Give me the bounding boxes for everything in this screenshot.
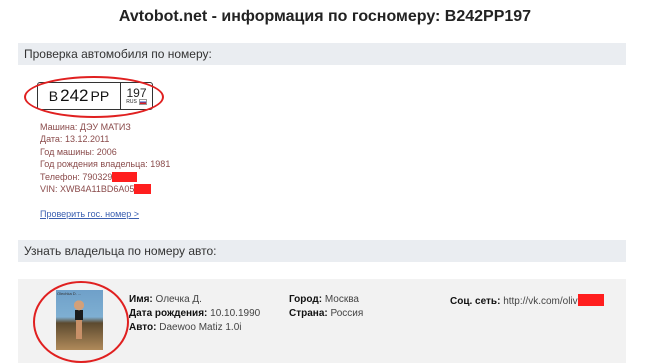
owner-name: Имя: Олечка Д. — [129, 294, 202, 305]
owner-section-header: Узнать владельца по номеру авто: — [18, 240, 626, 262]
highlight-oval-plate — [24, 76, 164, 118]
detail-row-date: Дата: 13.12.2011 — [40, 134, 110, 145]
highlight-oval-photo — [33, 281, 129, 363]
redaction-vin — [134, 184, 152, 195]
redaction-social — [577, 294, 604, 306]
detail-row-car: Машина: ДЭУ МАТИЗ — [40, 122, 131, 132]
detail-row-vin: VIN: XWB4A11BD6A05 — [40, 183, 170, 195]
owner-social: Соц. сеть: http://vk.com/oliv — [450, 294, 604, 307]
owner-dob: Дата рождения: 10.10.1990 — [129, 308, 261, 319]
detail-row-car-year: Год машины: 2006 — [40, 146, 117, 157]
check-plate-link[interactable]: Проверить гос. номер > — [40, 209, 139, 219]
social-link[interactable]: http://vk.com/oliv — [503, 296, 577, 307]
owner-country: Страна: Россия — [289, 308, 364, 319]
detail-row-owner-birth-year: Год рождения владельца: 1981 — [40, 159, 171, 170]
owner-car: Авто: Daewoo Matiz 1.0i — [129, 322, 242, 333]
redaction-phone — [112, 171, 138, 182]
check-section-header: Проверка автомобиля по номеру: — [18, 43, 626, 65]
vehicle-details: Машина: ДЭУ МАТИЗ Дата: 13.12.2011 Год м… — [40, 121, 170, 195]
owner-city: Город: Москва — [289, 294, 359, 305]
detail-row-phone: Телефон: 790329 — [40, 171, 170, 183]
page-title: Avtobot.net - информация по госномеру: В… — [118, 8, 532, 25]
